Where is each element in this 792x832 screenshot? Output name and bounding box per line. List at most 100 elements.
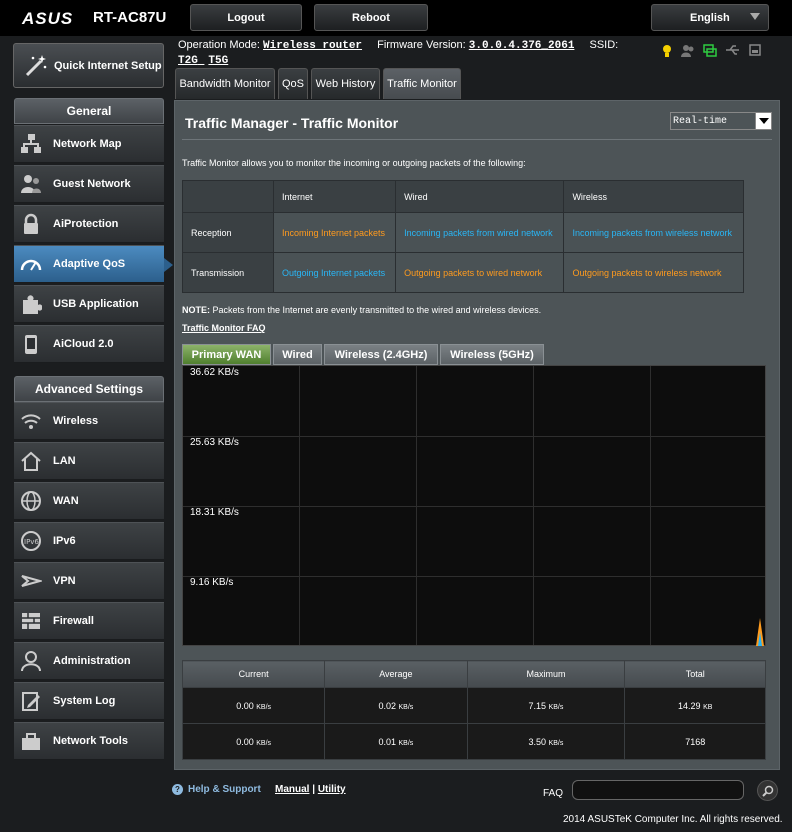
grid-line [183, 506, 765, 507]
manual-link[interactable]: Manual [275, 784, 309, 795]
sidebar-item-administration[interactable]: Administration [14, 642, 164, 680]
legend-header: Wireless [563, 180, 744, 213]
rx-average-value: 0.02 [378, 700, 396, 711]
sidebar-item-network-map[interactable]: Network Map [14, 125, 164, 163]
stats-cell: 14.29 KB [624, 687, 766, 724]
sidebar-item-aicloud[interactable]: AiCloud 2.0 [14, 325, 164, 363]
unit-label: KB/s [548, 739, 564, 747]
grid-line [183, 576, 765, 577]
legend-header: Wired [395, 180, 565, 213]
reboot-button[interactable]: Reboot [314, 4, 428, 31]
ssid-list: T2G T5G [178, 55, 228, 67]
quick-internet-setup-button[interactable]: Quick Internet Setup [13, 43, 164, 88]
legend-cell: Outgoing packets to wired network [395, 252, 565, 293]
internet-status-icon[interactable] [703, 44, 717, 61]
stats-cell: 7168 [624, 723, 766, 760]
sidebar-item-label: AiProtection [53, 218, 119, 230]
graph-tab-wireless-5[interactable]: Wireless (5GHz) [440, 344, 544, 365]
stats-cell: 7.15 KB/s [466, 687, 626, 724]
sidebar-item-adaptive-qos[interactable]: Adaptive QoS [14, 245, 173, 283]
traffic-monitor-faq-link[interactable]: Traffic Monitor FAQ [182, 323, 266, 333]
admin-user-icon [20, 650, 42, 672]
sidebar-item-label: Network Map [53, 138, 122, 150]
sidebar-item-wireless[interactable]: Wireless [14, 402, 164, 440]
sidebar-item-label: AiCloud 2.0 [53, 338, 114, 350]
tx-maximum-value: 3.50 [528, 736, 547, 747]
quick-setup-label: Quick Internet Setup [54, 59, 162, 72]
tab-traffic-monitor[interactable]: Traffic Monitor [383, 68, 461, 99]
y-axis-label: 9.16 KB/s [190, 577, 234, 588]
cloud-phone-icon [20, 333, 42, 355]
sidebar-item-network-tools[interactable]: Network Tools [14, 722, 164, 760]
legend-cell: Outgoing packets to wireless network [563, 252, 744, 293]
unit-label: KB/s [256, 703, 272, 711]
help-support[interactable]: ? Help & Support [172, 784, 261, 795]
ssid-5g-link[interactable]: T5G [208, 55, 228, 67]
home-icon [20, 450, 42, 472]
language-select[interactable]: English [651, 4, 769, 31]
tab-qos[interactable]: QoS [278, 68, 308, 99]
sidebar-item-ipv6[interactable]: IPv6 IPv6 [14, 522, 164, 560]
graph-tab-primary-wan[interactable]: Primary WAN [182, 344, 271, 365]
search-icon [761, 785, 773, 797]
rx-total-value: 14.29 [678, 700, 701, 711]
firmware-link[interactable]: 3.0.0.4.376_2061 [469, 40, 575, 52]
stats-cell: 0.01 KB/s [324, 723, 468, 760]
sidebar-item-firewall[interactable]: Firewall [14, 602, 164, 640]
ssid-2g-link[interactable]: T2G [178, 55, 198, 67]
sidebar-item-label: Firewall [53, 615, 94, 627]
table-row: 0.00 KB/s 0.01 KB/s 3.50 KB/s 7168 [181, 723, 766, 760]
clients-icon[interactable] [681, 44, 695, 61]
note-label: NOTE: [182, 305, 210, 315]
stats-cell: 3.50 KB/s [466, 723, 626, 760]
sidebar-item-label: WAN [53, 495, 79, 507]
puzzle-icon [20, 293, 42, 315]
sidebar-item-vpn[interactable]: VPN [14, 562, 164, 600]
sidebar-item-guest-network[interactable]: Guest Network [14, 165, 164, 203]
y-axis-label: 25.63 KB/s [190, 437, 239, 448]
sidebar-item-label: Wireless [53, 415, 99, 427]
operation-mode-link[interactable]: Wireless router [263, 40, 362, 52]
sidebar-item-label: LAN [53, 455, 76, 467]
logout-button[interactable]: Logout [190, 4, 302, 31]
sidebar-item-label: System Log [53, 695, 116, 707]
help-support-label: Help & Support [188, 784, 261, 795]
network-map-icon [20, 133, 42, 155]
sidebar-item-system-log[interactable]: System Log [14, 682, 164, 720]
sidebar-item-label: IPv6 [53, 535, 76, 547]
tab-web-history[interactable]: Web History [311, 68, 380, 99]
router-status-info: Operation Mode: Wireless router Firmware… [178, 39, 618, 52]
legend-cell: Incoming Internet packets [272, 212, 397, 253]
ssid-label: SSID: [589, 39, 619, 51]
lightbulb-icon[interactable] [661, 44, 673, 61]
unit-label: KB/s [398, 703, 414, 711]
legend-row-label: Transmission [182, 252, 274, 293]
sidebar-item-usb-application[interactable]: USB Application [14, 285, 164, 323]
legend-cell: Outgoing Internet packets [272, 252, 397, 293]
sidebar-item-aiprotection[interactable]: AiProtection [14, 205, 164, 243]
stats-header: Current [181, 660, 326, 688]
usb-icon[interactable] [725, 44, 741, 61]
faq-search-input[interactable] [572, 780, 744, 800]
search-button[interactable] [757, 780, 778, 801]
graph-tab-wireless-24[interactable]: Wireless (2.4GHz) [324, 344, 438, 365]
graph-tab-wired[interactable]: Wired [273, 344, 322, 365]
note-body: Packets from the Internet are evenly tra… [210, 305, 542, 315]
note-text: NOTE: Packets from the Internet are even… [182, 305, 541, 315]
sidebar-item-wan[interactable]: WAN [14, 482, 164, 520]
magic-wand-icon [20, 50, 52, 82]
router-model: RT-AC87U [93, 9, 167, 26]
traffic-spike [756, 618, 764, 646]
chevron-down-icon [750, 13, 760, 20]
chevron-down-icon [755, 113, 771, 129]
printer-icon[interactable] [749, 44, 761, 61]
top-bar: ASUS RT-AC87U Logout Reboot English [0, 0, 792, 36]
mode-select[interactable]: Real-time [670, 112, 772, 130]
grid-line [183, 436, 765, 437]
log-edit-icon [20, 690, 42, 712]
utility-link[interactable]: Utility [318, 784, 346, 795]
sidebar-item-lan[interactable]: LAN [14, 442, 164, 480]
copyright-text: 2014 ASUSTeK Computer Inc. All rights re… [563, 814, 783, 825]
footer-links: Manual | Utility [275, 784, 346, 795]
tab-bandwidth-monitor[interactable]: Bandwidth Monitor [175, 68, 275, 99]
